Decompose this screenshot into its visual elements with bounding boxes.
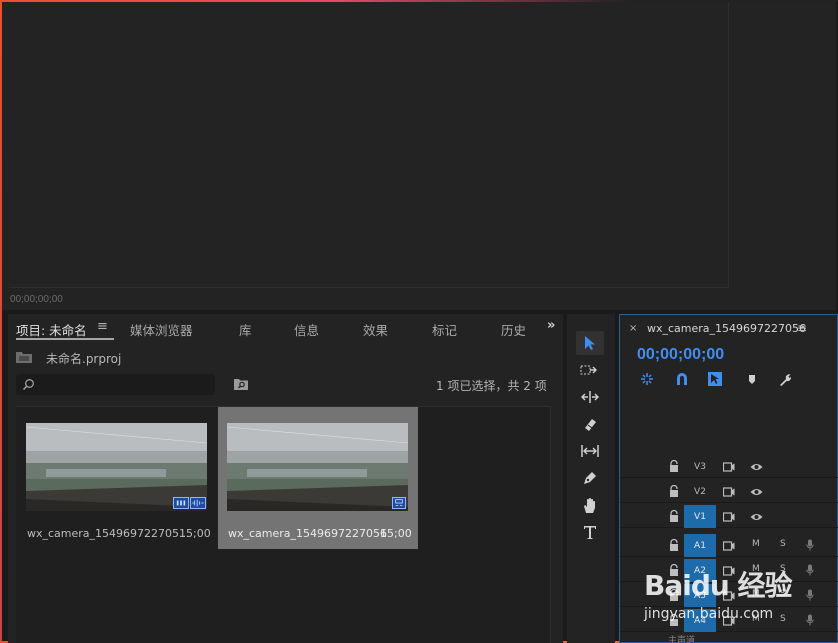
monitor-video-area[interactable] <box>9 2 729 288</box>
selection-status: 1 项已选择，共 2 项 <box>436 379 547 393</box>
watermark-url: jingyan.baidu.com <box>644 606 774 622</box>
clip-name: wx_camera_1549697227056 <box>228 527 388 540</box>
slip-tool-icon[interactable] <box>576 439 604 463</box>
tab-info[interactable]: 信息 <box>294 320 319 339</box>
clip-thumbnail <box>227 423 408 511</box>
watermark-logo: Baidu 经验 <box>644 569 793 602</box>
baidu-jingyan-watermark: Baidu 经验 jingyan.baidu.com <box>644 560 834 630</box>
tab-effects[interactable]: 效果 <box>363 320 388 339</box>
sync-lock-icon[interactable] <box>722 540 735 551</box>
tab-markers[interactable]: 标记 <box>432 320 457 339</box>
clip-item[interactable]: wx_camera_154969722705... 15;00 <box>17 407 217 549</box>
sequence-tab[interactable]: wx_camera_1549697227056 <box>647 322 806 335</box>
tab-history[interactable]: 历史 <box>501 320 525 339</box>
track-target-v3[interactable]: V3 <box>684 455 716 478</box>
track-lock-icon[interactable] <box>669 484 679 497</box>
toggle-output-eye-icon[interactable] <box>750 486 763 496</box>
project-panel: 项目: 未命名 ≡ 媒体浏览器 库 信息 效果 标记 历史 » 未命名.prpr… <box>8 314 563 643</box>
ripple-edit-tool-icon[interactable] <box>576 385 604 409</box>
tab-project[interactable]: 项目: 未命名 <box>16 320 87 339</box>
find-in-bin-icon[interactable] <box>234 378 248 390</box>
solo-track-button[interactable]: S <box>780 539 786 549</box>
tabs-overflow-icon[interactable]: » <box>547 318 555 333</box>
timeline-settings-wrench-icon[interactable] <box>777 371 793 387</box>
selection-tool-icon[interactable] <box>576 331 604 355</box>
track-target-v2[interactable]: V2 <box>684 480 716 503</box>
type-tool-icon[interactable] <box>576 520 604 544</box>
pen-tool-icon[interactable] <box>576 466 604 490</box>
program-monitor: 00;00;00;00 <box>2 2 836 310</box>
snap-magnet-icon[interactable] <box>674 371 690 387</box>
track-select-tool-icon[interactable] <box>576 358 604 382</box>
tab-media-browser[interactable]: 媒体浏览器 <box>130 320 193 339</box>
master-track-label: 主声道 <box>668 636 696 643</box>
sync-lock-icon[interactable] <box>722 486 735 497</box>
timeline-toolbar <box>638 371 798 387</box>
project-bin-icon-view: wx_camera_154969722705... 15;00 wx_camer… <box>16 406 551 643</box>
nest-sequence-icon[interactable] <box>639 371 655 387</box>
tab-libraries[interactable]: 库 <box>239 320 252 339</box>
hand-tool-icon[interactable] <box>576 493 604 517</box>
track-lock-icon[interactable] <box>669 538 679 551</box>
video-track-header[interactable]: V1 <box>620 505 838 528</box>
audio-track-header[interactable]: A1 M S <box>620 534 838 557</box>
track-target-v1[interactable]: V1 <box>684 505 716 528</box>
playhead-timecode[interactable]: 00;00;00;00 <box>637 346 724 364</box>
clip-duration: 15;00 <box>380 527 412 540</box>
toggle-output-eye-icon[interactable] <box>750 461 763 471</box>
active-tab-indicator <box>16 338 114 340</box>
video-track-header[interactable]: V3 <box>620 455 838 478</box>
sync-lock-icon[interactable] <box>722 461 735 472</box>
voice-over-mic-icon[interactable] <box>806 539 814 551</box>
timeline-menu-icon[interactable]: ≡ <box>797 321 807 335</box>
toggle-output-eye-icon[interactable] <box>750 511 763 521</box>
video-audio-icon <box>173 497 189 509</box>
project-file-name: 未命名.prproj <box>46 352 122 366</box>
razor-tool-icon[interactable] <box>576 412 604 436</box>
search-icon <box>22 379 34 391</box>
sync-lock-icon[interactable] <box>722 511 735 522</box>
audio-wave-icon <box>190 497 206 509</box>
monitor-timecode[interactable]: 00;00;00;00 <box>10 294 63 305</box>
track-lock-icon[interactable] <box>669 509 679 522</box>
track-target-a1[interactable]: A1 <box>684 534 716 557</box>
video-only-icon <box>392 497 406 509</box>
clip-item-selected[interactable]: wx_camera_1549697227056 15;00 <box>218 407 418 549</box>
track-lock-icon[interactable] <box>669 459 679 472</box>
clip-duration: 15;00 <box>179 527 211 540</box>
add-marker-icon[interactable] <box>744 371 760 387</box>
mute-track-button[interactable]: M <box>752 539 760 549</box>
tools-panel <box>567 314 615 643</box>
panel-menu-icon[interactable]: ≡ <box>97 319 108 334</box>
project-folder-icon <box>16 352 32 363</box>
panel-tabs: 项目: 未命名 ≡ 媒体浏览器 库 信息 效果 标记 历史 » <box>8 314 563 342</box>
close-sequence-icon[interactable]: × <box>629 323 637 334</box>
clip-name: wx_camera_154969722705... <box>27 527 190 540</box>
linked-selection-icon[interactable] <box>707 371 723 387</box>
project-search-field[interactable] <box>16 374 215 395</box>
video-track-header[interactable]: V2 <box>620 480 838 503</box>
